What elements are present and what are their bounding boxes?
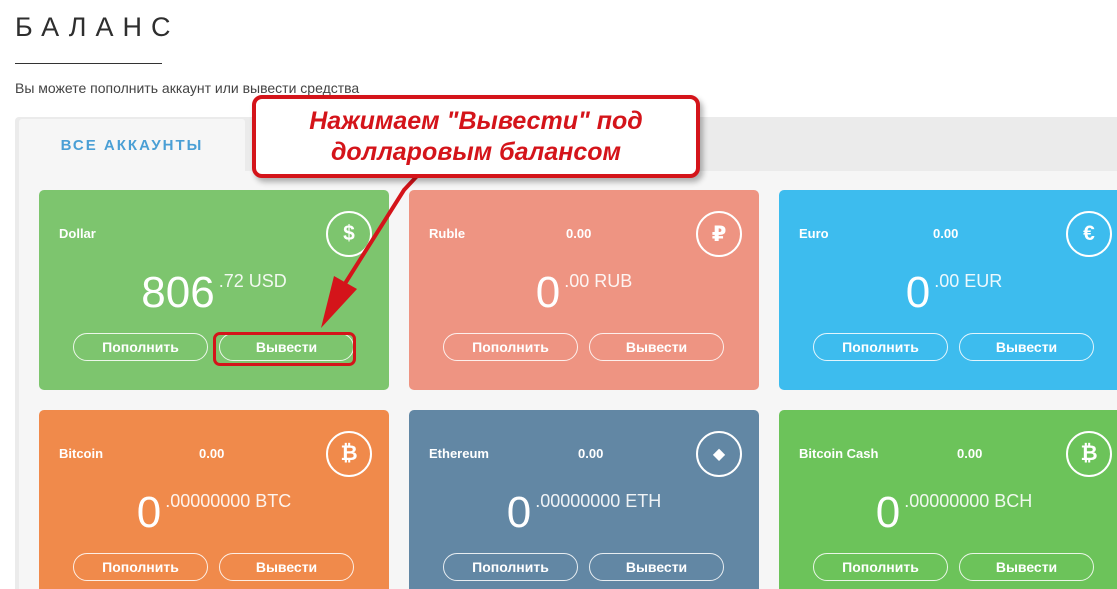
card-small-balance: 0.00 xyxy=(933,226,959,241)
card-amount: 0.00 RUB xyxy=(409,268,759,318)
euro-icon: € xyxy=(1066,211,1112,257)
callout-text: Нажимаем "Вывести" под долларовым баланс… xyxy=(309,106,643,166)
withdraw-highlight-frame xyxy=(213,332,356,366)
amount-integer: 0 xyxy=(506,488,532,537)
card-amount: 0.00000000 ETH xyxy=(409,488,759,538)
card-euro: Euro 0.00 € 0.00 EUR Пополнить Вывести xyxy=(779,190,1117,390)
bitcoin-cash-icon: ₿ xyxy=(1066,431,1112,477)
amount-integer: 0 xyxy=(136,488,162,537)
card-small-balance: 0.00 xyxy=(199,446,225,461)
amount-decimal: .00 EUR xyxy=(934,271,1003,291)
card-amount: 806.72 USD xyxy=(39,268,389,318)
amount-decimal: .00000000 BTC xyxy=(165,491,292,511)
withdraw-button-bitcoin-cash[interactable]: Вывести xyxy=(959,553,1094,581)
card-ethereum: Ethereum 0.00 ◆ 0.00000000 ETH Пополнить… xyxy=(409,410,759,589)
card-name: Dollar xyxy=(59,226,96,241)
page-title: БАЛАНС xyxy=(15,12,180,42)
withdraw-button-ethereum[interactable]: Вывести xyxy=(589,553,724,581)
ruble-icon: ₽ xyxy=(696,211,742,257)
amount-decimal: .00000000 BCH xyxy=(904,491,1033,511)
topup-button-bitcoin[interactable]: Пополнить xyxy=(73,553,208,581)
title-underline xyxy=(15,63,162,64)
amount-integer: 0 xyxy=(535,268,561,317)
card-amount: 0.00000000 BTC xyxy=(39,488,389,538)
page-subtitle: Вы можете пополнить аккаунт или вывести … xyxy=(15,80,360,96)
card-name: Bitcoin Cash xyxy=(799,446,879,461)
card-small-balance: 0.00 xyxy=(578,446,604,461)
topup-button-euro[interactable]: Пополнить xyxy=(813,333,948,361)
card-bitcoin-cash: Bitcoin Cash 0.00 ₿ 0.00000000 BCH Попол… xyxy=(779,410,1117,589)
amount-decimal: .72 USD xyxy=(218,271,287,291)
topup-button-dollar[interactable]: Пополнить xyxy=(73,333,208,361)
topup-button-bitcoin-cash[interactable]: Пополнить xyxy=(813,553,948,581)
card-name: Ethereum xyxy=(429,446,489,461)
amount-integer: 0 xyxy=(905,268,931,317)
bitcoin-icon: ₿ xyxy=(326,431,372,477)
card-small-balance: 0.00 xyxy=(566,226,592,241)
topup-button-ethereum[interactable]: Пополнить xyxy=(443,553,578,581)
card-small-balance: 0.00 xyxy=(957,446,983,461)
card-name: Euro xyxy=(799,226,829,241)
amount-integer: 0 xyxy=(875,488,901,537)
amount-decimal: .00000000 ETH xyxy=(535,491,662,511)
withdraw-button-euro[interactable]: Вывести xyxy=(959,333,1094,361)
amount-integer: 806 xyxy=(141,268,215,317)
withdraw-button-ruble[interactable]: Вывести xyxy=(589,333,724,361)
ethereum-icon: ◆ xyxy=(696,431,742,477)
card-amount: 0.00000000 BCH xyxy=(779,488,1117,538)
topup-button-ruble[interactable]: Пополнить xyxy=(443,333,578,361)
withdraw-button-bitcoin[interactable]: Вывести xyxy=(219,553,354,581)
tab-all-accounts-label: ВСЕ АККАУНТЫ xyxy=(60,136,204,154)
instruction-callout: Нажимаем "Вывести" под долларовым баланс… xyxy=(252,95,700,178)
card-name: Ruble xyxy=(429,226,466,241)
card-ruble: Ruble 0.00 ₽ 0.00 RUB Пополнить Вывести xyxy=(409,190,759,390)
tab-all-accounts[interactable]: ВСЕ АККАУНТЫ xyxy=(19,119,245,171)
dollar-icon: $ xyxy=(326,211,372,257)
card-bitcoin: Bitcoin 0.00 ₿ 0.00000000 BTC Пополнить … xyxy=(39,410,389,589)
card-name: Bitcoin xyxy=(59,446,104,461)
card-amount: 0.00 EUR xyxy=(779,268,1117,318)
amount-decimal: .00 RUB xyxy=(564,271,633,291)
